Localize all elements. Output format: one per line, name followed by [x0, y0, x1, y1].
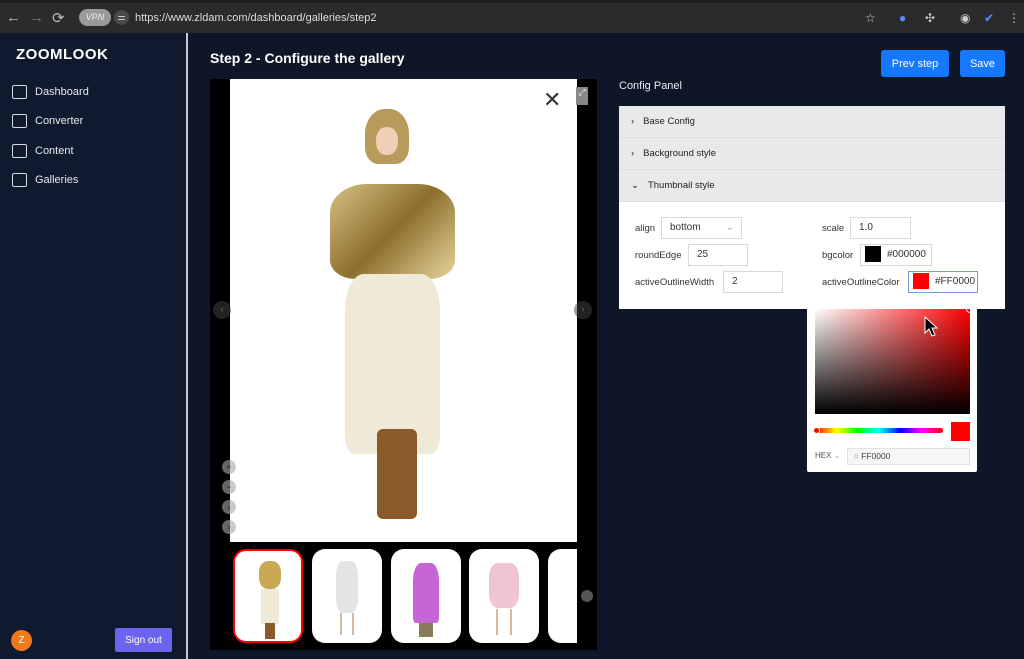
prev-image-icon[interactable]: ‹ — [213, 301, 231, 319]
zoom-in-icon[interactable]: + — [222, 460, 236, 474]
vpn-badge[interactable]: VPN — [79, 9, 111, 26]
save-button[interactable]: Save — [960, 50, 1005, 77]
folder-icon — [12, 144, 27, 158]
sidebar-item-galleries[interactable]: Galleries — [12, 173, 78, 187]
sidebar-item-converter[interactable]: Converter — [12, 114, 83, 128]
color-preview — [951, 422, 970, 441]
sidebar-item-content[interactable]: Content — [12, 144, 74, 158]
thumbnail-2[interactable] — [312, 549, 382, 643]
align-label: align — [635, 223, 656, 234]
align-select[interactable]: bottom ⌄ — [661, 217, 742, 239]
puzzle-icon[interactable]: ✣ — [925, 11, 935, 25]
active-outline-color-input[interactable]: #FF0000 — [908, 271, 978, 293]
thumbnail-4[interactable] — [469, 549, 539, 643]
url-bar[interactable]: https://www.zldam.com/dashboard/gallerie… — [135, 12, 377, 24]
section-base-config[interactable]: › Base Config — [619, 106, 1005, 138]
chevron-down-icon: ⌄ — [833, 451, 841, 460]
hex-input[interactable]: # FF0000 — [847, 448, 970, 465]
active-outline-width-label: activeOutlineWidth — [635, 277, 715, 288]
logo: ZOOMLOOK — [16, 46, 109, 63]
sidebar-item-label: Dashboard — [35, 86, 89, 98]
sidebar-item-dashboard[interactable]: Dashboard — [12, 85, 89, 99]
config-panel: › Base Config › Background style ⌄ Thumbnai… — [619, 106, 1005, 309]
section-label: Base Config — [643, 116, 695, 127]
sv-handle[interactable] — [966, 305, 974, 313]
section-background-style[interactable]: › Background style — [619, 138, 1005, 170]
hex-value: FF0000 — [861, 451, 891, 461]
round-edge-input[interactable]: 25 — [688, 244, 748, 266]
model-figure — [325, 109, 455, 524]
chevron-right-icon: › — [631, 116, 635, 127]
gallery-preview: ✕ ⤢ ‹ › + − ‹ › — [210, 79, 597, 650]
chevron-down-icon: ⌄ — [631, 180, 639, 191]
sidebar: ZOOMLOOK Dashboard Converter Content Gal… — [0, 33, 188, 659]
color-mode-select[interactable]: HEX ⌄ — [815, 451, 840, 460]
active-outline-color-value: #FF0000 — [935, 276, 976, 287]
scale-label: scale — [822, 223, 845, 234]
sidebar-item-label: Converter — [35, 115, 84, 127]
scale-input[interactable]: 1.0 — [850, 217, 911, 239]
next-image-icon[interactable]: › — [574, 301, 592, 319]
color-mode-value: HEX — [815, 451, 832, 460]
section-label: Background style — [643, 148, 717, 159]
extension-icon[interactable]: ● — [899, 11, 906, 25]
round-edge-label: roundEdge — [635, 250, 682, 261]
thumbnail-3[interactable] — [391, 549, 461, 643]
section-label: Thumbnail style — [647, 180, 715, 191]
section-thumbnail-style[interactable]: ⌄ Thumbnail style — [619, 170, 1005, 202]
bgcolor-value: #000000 — [887, 249, 926, 260]
main-image[interactable]: ✕ ⤢ — [230, 79, 588, 542]
chevron-right-icon: › — [631, 148, 635, 159]
zoom-out-icon[interactable]: − — [222, 480, 236, 494]
config-panel-title: Config Panel — [619, 80, 682, 92]
page-title: Step 2 - Configure the gallery — [210, 50, 405, 66]
sidebar-item-label: Galleries — [35, 174, 79, 186]
active-outline-color-label: activeOutlineColor — [822, 277, 900, 288]
hue-handle[interactable] — [813, 427, 820, 434]
star-icon[interactable]: ☆ — [865, 11, 876, 25]
hue-slider[interactable] — [813, 427, 943, 434]
active-outline-width-input[interactable]: 2 — [723, 271, 783, 293]
home-icon — [12, 85, 27, 99]
browser-toolbar: ← → ⟳ VPN ⚌ https://www.zldam.com/dashbo… — [0, 0, 1024, 33]
profile-icon[interactable]: ◉ — [960, 11, 970, 25]
rotate-left-icon[interactable]: ‹ — [222, 500, 236, 514]
sidebar-item-label: Content — [35, 145, 74, 157]
fullscreen-icon[interactable]: ⤢ — [576, 87, 588, 105]
sign-out-button[interactable]: Sign out — [115, 628, 172, 652]
bgcolor-label: bgcolor — [822, 250, 854, 261]
site-settings-icon[interactable]: ⚌ — [114, 10, 129, 25]
thumbnail-5[interactable] — [548, 549, 577, 643]
reload-icon[interactable]: ⟳ — [52, 9, 65, 27]
thumbnail-1-active[interactable] — [233, 549, 303, 643]
active-outline-color-swatch[interactable] — [913, 273, 929, 290]
prev-step-button[interactable]: Prev step — [881, 50, 949, 77]
image-icon — [12, 173, 27, 187]
avatar[interactable]: Z — [11, 630, 32, 651]
thumbnails-next-icon[interactable] — [581, 590, 593, 602]
bgcolor-input[interactable]: #000000 — [860, 244, 932, 266]
back-icon[interactable]: ← — [6, 9, 21, 26]
menu-icon[interactable]: ⋮ — [1008, 11, 1020, 25]
saturation-value-area[interactable] — [815, 305, 974, 414]
close-icon[interactable]: ✕ — [543, 87, 561, 113]
hash-prefix: # — [854, 451, 859, 461]
color-picker-popover: HEX ⌄ # FF0000 — [807, 300, 977, 472]
mouse-cursor-icon — [924, 316, 938, 337]
align-value: bottom — [670, 222, 701, 233]
rotate-right-icon[interactable]: › — [222, 520, 236, 534]
chevron-down-icon: ⌄ — [725, 222, 734, 233]
check-icon[interactable]: ✔ — [984, 11, 994, 25]
forward-icon[interactable]: → — [29, 9, 44, 26]
bgcolor-swatch[interactable] — [865, 246, 881, 263]
copy-icon — [12, 114, 27, 128]
